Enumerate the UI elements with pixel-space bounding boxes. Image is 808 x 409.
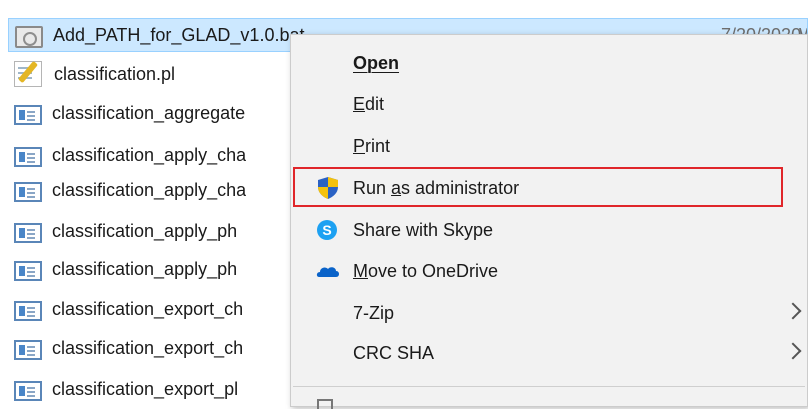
file-name: classification_export_pl [52,378,239,399]
file-name: classification_aggregate [52,102,246,123]
menu-item-move-to-onedrive[interactable]: Move to OneDrive [291,251,807,291]
file-row[interactable]: classification_export_ch [10,291,243,327]
menu-item-label: Edit [353,93,385,114]
onedrive-icon [316,267,339,277]
menu-item-label: Move to OneDrive [353,260,499,281]
perl-script-icon [14,61,42,87]
context-menu: Open Edit Print Run as administrator S S… [290,34,808,409]
exe-file-icon [14,261,42,281]
batch-file-icon [15,25,43,48]
exe-file-icon [14,105,42,125]
file-name: classification_apply_ph [52,220,238,241]
file-row[interactable]: classification_apply_cha [10,172,246,208]
submenu-arrow-icon [784,342,802,360]
menu-item-label: Print [353,135,391,156]
exe-file-icon [14,381,42,401]
menu-item-label: Share with Skype [353,219,494,240]
file-row[interactable]: classification_aggregate [10,95,245,131]
menu-item-7zip[interactable]: 7-Zip [291,293,807,333]
file-name: classification_apply_cha [52,144,247,165]
submenu-arrow-icon [784,302,802,320]
exe-file-icon [14,147,42,167]
file-name: classification.pl [54,63,176,84]
file-row[interactable]: classification.pl [10,56,175,92]
file-row[interactable]: classification_export_ch [10,330,243,366]
exe-file-icon [14,301,42,321]
file-row[interactable]: classification_export_pl [10,371,238,407]
file-name: classification_export_ch [52,337,244,358]
partial-menu-icon [317,399,333,409]
file-row[interactable]: classification_apply_cha [10,137,246,173]
file-name: classification_apply_ph [52,258,238,279]
exe-file-icon [14,340,42,360]
skype-icon: S [317,220,337,240]
menu-item-label: Open [353,52,400,73]
file-name: Add_PATH_for_GLAD_v1.0.bat [53,24,305,45]
menu-item-edit[interactable]: Edit [291,84,807,124]
menu-item-crc-sha[interactable]: CRC SHA [291,333,807,373]
menu-item-open[interactable]: Open [291,43,807,83]
exe-file-icon [14,182,42,202]
file-name: classification_export_ch [52,298,244,319]
menu-item-label: 7-Zip [353,302,395,323]
highlight-box [293,167,783,207]
exe-file-icon [14,223,42,243]
menu-item-share-with-skype[interactable]: S Share with Skype [291,210,807,250]
menu-item-print[interactable]: Print [291,126,807,166]
file-row[interactable]: classification_apply_ph [10,213,237,249]
menu-item-label: CRC SHA [353,342,435,363]
menu-separator [293,386,805,387]
file-row[interactable]: classification_apply_ph [10,251,237,287]
svg-text:S: S [322,222,331,238]
file-name: classification_apply_cha [52,179,247,200]
